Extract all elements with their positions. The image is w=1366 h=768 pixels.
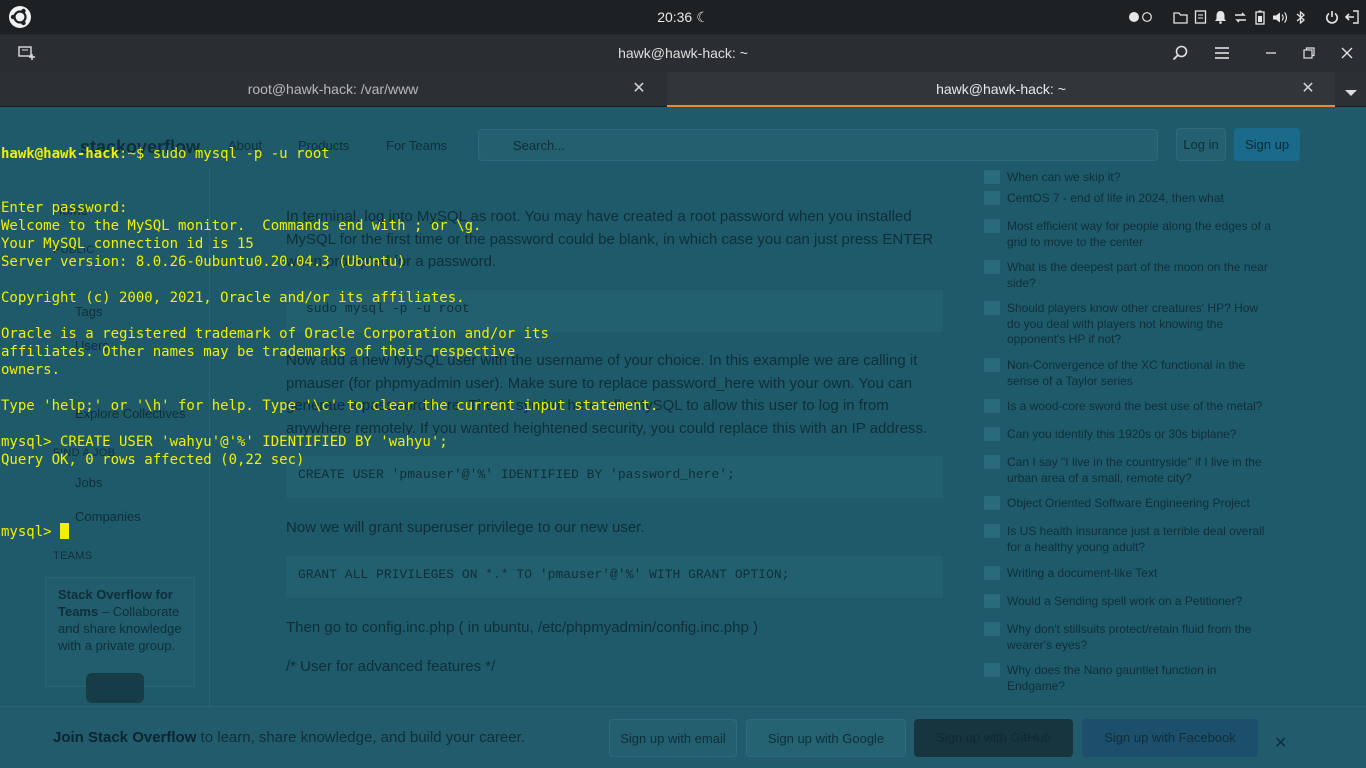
window-title: hawk@hawk-hack: ~ xyxy=(618,45,748,61)
battery-icon[interactable] xyxy=(1250,8,1270,26)
logout-icon[interactable] xyxy=(1342,8,1362,26)
folder-icon[interactable] xyxy=(1170,8,1190,26)
maximize-icon[interactable] xyxy=(1298,42,1320,64)
so-signup-facebook-button: Sign up with Facebook xyxy=(1082,719,1258,757)
prompt-user: hawk@hawk-hack xyxy=(1,146,120,162)
tab-list-chevron-icon[interactable] xyxy=(1344,84,1358,96)
terminal-lines: Enter password: Welcome to the MySQL moni… xyxy=(1,199,1361,487)
terminal-line: affiliates. Other names may be trademark… xyxy=(1,344,516,360)
bell-icon[interactable] xyxy=(1210,8,1230,26)
terminal-line: Server version: 8.0.26-0ubuntu0.20.04.3 … xyxy=(1,254,406,270)
so-signup-google-button: Sign up with Google xyxy=(746,719,906,757)
terminal-line: Your MySQL connection id is 15 xyxy=(1,236,254,252)
bluetooth-icon[interactable] xyxy=(1290,8,1310,26)
so-teams-illustration xyxy=(86,673,144,703)
system-panel: 20:36 ☾ xyxy=(0,0,1366,34)
terminal-line: Query OK, 0 rows affected (0,22 sec) xyxy=(1,452,305,468)
system-tray xyxy=(1126,8,1362,26)
so-hot-question-title: Why does the Nano gauntlet function in E… xyxy=(1007,663,1217,693)
so-signup-email-button: Sign up with email xyxy=(609,719,737,757)
terminal-line: mysql> CREATE USER 'wahyu'@'%' IDENTIFIE… xyxy=(1,434,448,450)
power-icon[interactable] xyxy=(1322,8,1342,26)
so-teams-promo: Stack Overflow for Teams – Collaborate a… xyxy=(45,577,195,687)
tab-label: hawk@hawk-hack: ~ xyxy=(936,81,1066,97)
so-hot-question-title: Would a Sending spell work on a Petition… xyxy=(1007,594,1243,608)
window-titlebar: hawk@hawk-hack: ~ xyxy=(0,34,1366,72)
so-join-text: Join Stack Overflow to learn, share know… xyxy=(53,729,525,746)
moon-icon: ☾ xyxy=(696,9,709,25)
terminal-line: Oracle is a registered trademark of Orac… xyxy=(1,326,549,342)
close-window-icon[interactable] xyxy=(1336,42,1358,64)
site-favicon-icon xyxy=(984,594,1000,608)
search-icon[interactable] xyxy=(1169,42,1191,64)
so-hot-question-title: Why don't stillsuits protect/retain flui… xyxy=(1007,622,1252,652)
close-tab-icon[interactable]: ✕ xyxy=(630,80,648,98)
site-favicon-icon xyxy=(984,622,1000,636)
tab-label: root@hawk-hack: /var/www xyxy=(247,81,419,97)
network-icon[interactable] xyxy=(1230,8,1250,26)
terminal-line: owners. xyxy=(1,362,61,378)
terminal-line: Welcome to the MySQL monitor. Commands e… xyxy=(1,218,482,234)
terminal-output[interactable]: hawk@hawk-hack:~$ sudo mysql -p -u root … xyxy=(1,109,1361,577)
minimize-icon[interactable] xyxy=(1260,42,1282,64)
prompt-command: :~$ sudo mysql -p -u root xyxy=(119,146,330,162)
terminal-command-line: hawk@hawk-hack:~$ sudo mysql -p -u root xyxy=(1,145,1361,163)
so-footer-close-icon: ✕ xyxy=(1274,735,1288,752)
so-signup-github-button: Sign up with GitHub xyxy=(914,719,1073,757)
desktop: stackoverflow About Products For Teams S… xyxy=(0,0,1366,768)
mysql-prompt-line[interactable]: mysql> xyxy=(1,523,1361,541)
terminal-line: Copyright (c) 2000, 2021, Oracle and/or … xyxy=(1,290,465,306)
close-tab-icon[interactable]: ✕ xyxy=(1299,80,1317,98)
tab-hawk-home[interactable]: hawk@hawk-hack: ~ ✕ xyxy=(667,72,1335,107)
site-favicon-icon xyxy=(984,663,1000,677)
so-answer-p4: Then go to config.inc.php ( in ubuntu, /… xyxy=(286,619,758,636)
terminal-tab-bar: root@hawk-hack: /var/www ✕ hawk@hawk-hac… xyxy=(0,72,1366,107)
terminal-line: Type 'help;' or '\h' for help. Type '\c'… xyxy=(1,398,659,414)
tab-root-var-www[interactable]: root@hawk-hack: /var/www ✕ xyxy=(0,72,666,107)
terminal-line: Enter password: xyxy=(1,200,128,216)
toggle-icon[interactable] xyxy=(1126,8,1156,26)
so-signup-footer: Join Stack Overflow to learn, share know… xyxy=(0,706,1366,768)
volume-icon[interactable] xyxy=(1270,8,1290,26)
so-answer-p5: /* User for advanced features */ xyxy=(286,658,496,675)
text-cursor xyxy=(60,523,70,539)
clock-time[interactable]: 20:36 xyxy=(657,9,692,25)
notes-icon[interactable] xyxy=(1190,8,1210,26)
mysql-prompt: mysql> xyxy=(1,524,61,540)
hamburger-menu-icon[interactable] xyxy=(1211,42,1233,64)
